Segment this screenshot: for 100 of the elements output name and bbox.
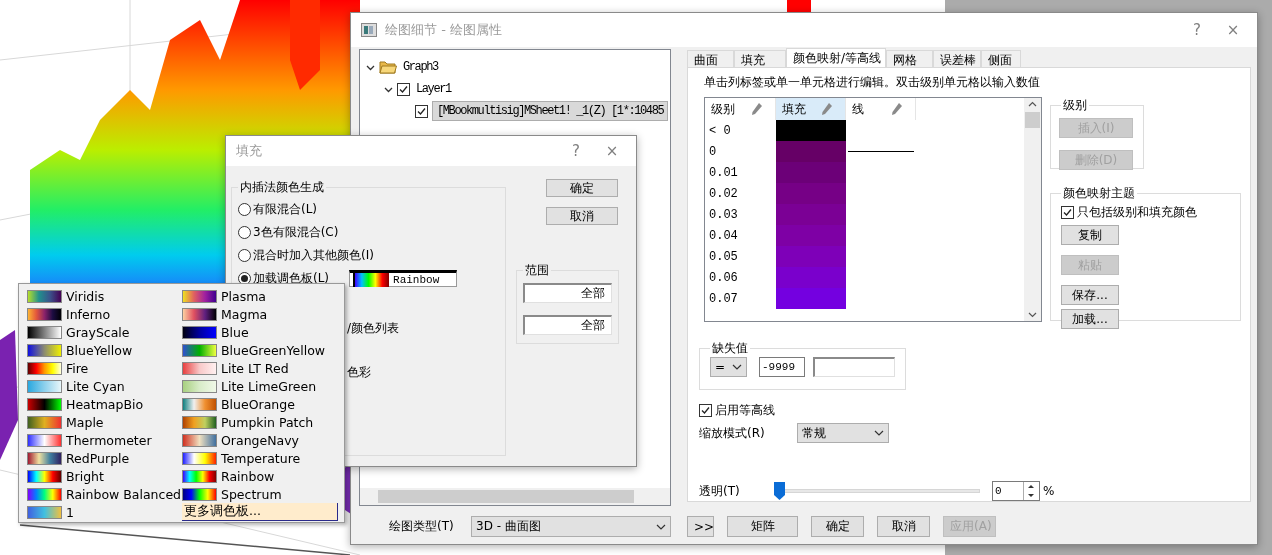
palette-item[interactable]: Rainbow Balanced [27,485,182,503]
checkbox[interactable] [1061,206,1074,219]
pencil-icon[interactable] [751,102,763,116]
button[interactable]: 复制 [1061,225,1119,245]
level-cell-text: < 0 [708,122,732,140]
fill-color-cell[interactable] [776,183,846,204]
field-label: 绘图类型(T) [389,518,455,535]
palette-item[interactable]: Temperature [182,449,342,467]
level-cell-text: 0.03 [708,206,739,224]
column-header[interactable]: 填充 [776,98,846,120]
close-button[interactable]: × [598,142,626,160]
fill-color-cell[interactable] [776,204,846,225]
tab[interactable]: 颜色映射/等高线 [786,48,886,67]
close-button[interactable]: × [1219,21,1247,39]
tab[interactable]: 侧面 [981,50,1021,67]
palette-item[interactable]: OrangeNavy [182,431,342,449]
tab[interactable]: 填充 [734,50,786,67]
palette-item[interactable]: Rainbow [182,467,342,485]
vertical-scrollbar[interactable] [1024,98,1041,321]
palette-item[interactable]: BlueGreenYellow [182,341,342,359]
checkbox-label: 只包括级别和填充颜色 [1077,204,1197,221]
palette-item[interactable]: Lite LT Red [182,359,342,377]
tab[interactable]: 曲面 [687,50,734,67]
palette-item[interactable]: Inferno [27,305,182,323]
button[interactable]: 取消 [877,516,930,537]
palette-item[interactable]: Blue [182,323,342,341]
level-cell-text: 0.01 [708,164,739,182]
level-cell-text: 0.07 [708,290,739,308]
tree-item[interactable]: Layer1 [414,81,453,97]
palette-item[interactable]: Maple [27,413,182,431]
palette-item[interactable]: 1 [27,503,182,521]
fill-color-cell[interactable] [776,288,846,309]
level-cell-text: 0.05 [708,248,739,266]
palette-item[interactable]: BlueYellow [27,341,182,359]
radio-label: 混合时加入其他颜色(I) [253,247,374,264]
level-cell-text: 0.04 [708,227,739,245]
fill-color-cell[interactable] [776,225,846,246]
fill-color-cell[interactable] [776,141,846,162]
slider-thumb[interactable] [774,482,785,500]
option-text: /颜色列表 [347,321,400,335]
checkbox[interactable] [699,404,712,417]
fill-color-cell[interactable] [776,246,846,267]
fill-color-cell[interactable] [776,267,846,288]
button[interactable]: 确定 [811,516,864,537]
operator-dropdown[interactable]: = [710,357,747,377]
horizontal-scrollbar[interactable] [360,488,670,505]
scale-mode-dropdown[interactable]: 常规 [797,423,889,443]
tree-item[interactable]: Graph3 [401,59,440,75]
palette-item[interactable]: Thermometer [27,431,182,449]
gradient-swatch-icon [353,272,390,287]
palette-item[interactable]: Lite Cyan [27,377,182,395]
range-field[interactable]: 全部 [523,315,612,335]
palette-item[interactable]: HeatmapBio [27,395,182,413]
range-field[interactable]: 全部 [523,283,612,303]
palette-item[interactable]: BlueOrange [182,395,342,413]
group-title: 内插法颜色生成 [239,179,325,196]
spin-box[interactable]: 0 [992,481,1040,501]
checkbox[interactable] [415,104,428,118]
button[interactable]: 加载... [1061,309,1119,329]
palette-item[interactable]: RedPurple [27,449,182,467]
palette-item[interactable]: Fire [27,359,182,377]
plot-type-dropdown[interactable]: 3D - 曲面图 [471,516,671,537]
palette-item[interactable]: Lite LimeGreen [182,377,342,395]
button[interactable]: 矩阵 [727,516,798,537]
checkbox[interactable] [397,82,410,96]
radio-label: 加载调色板(L) [253,270,330,287]
palette-item[interactable]: GrayScale [27,323,182,341]
field-label: 缩放模式(R) [699,424,766,442]
radio-label: 3色有限混合(C) [253,224,339,241]
text-field[interactable] [813,357,895,377]
button[interactable]: 确定 [546,179,618,197]
chevron-down-icon [874,430,884,436]
tree-item[interactable]: [MBookmultisig]MSheet1! _1(Z) [1*:10485 [432,101,669,121]
palette-item[interactable]: Plasma [182,287,342,305]
pencil-icon[interactable] [891,102,903,116]
radio-button[interactable] [238,249,251,262]
palette-item[interactable]: Viridis [27,287,182,305]
fill-color-cell[interactable] [776,120,846,141]
radio-button[interactable] [238,226,251,239]
palette-item[interactable]: Spectrum [182,485,342,503]
tab[interactable]: 误差棒 [933,50,981,67]
value-field[interactable]: -9999 [759,357,805,377]
radio-button[interactable] [238,203,251,216]
help-button[interactable]: ? [1183,21,1211,39]
palette-item[interactable]: Pumpkin Patch [182,413,342,431]
button[interactable]: 取消 [546,207,618,225]
menu-item[interactable]: 更多调色板... [182,503,338,521]
fill-color-cell[interactable] [776,162,846,183]
tab[interactable]: 网格 [886,50,933,67]
button[interactable]: >> [687,516,714,537]
window-title: 填充 [236,142,263,160]
palette-item[interactable]: Magma [182,305,342,323]
slider-track[interactable] [774,481,980,501]
scroll-thumb[interactable] [1025,112,1040,128]
field-label: 透明(T) [699,482,741,500]
button[interactable]: 保存... [1061,285,1119,305]
palette-selector[interactable]: Rainbow [349,270,458,287]
help-button[interactable]: ? [562,142,590,160]
palette-item[interactable]: Bright [27,467,182,485]
pencil-icon[interactable] [821,102,833,116]
